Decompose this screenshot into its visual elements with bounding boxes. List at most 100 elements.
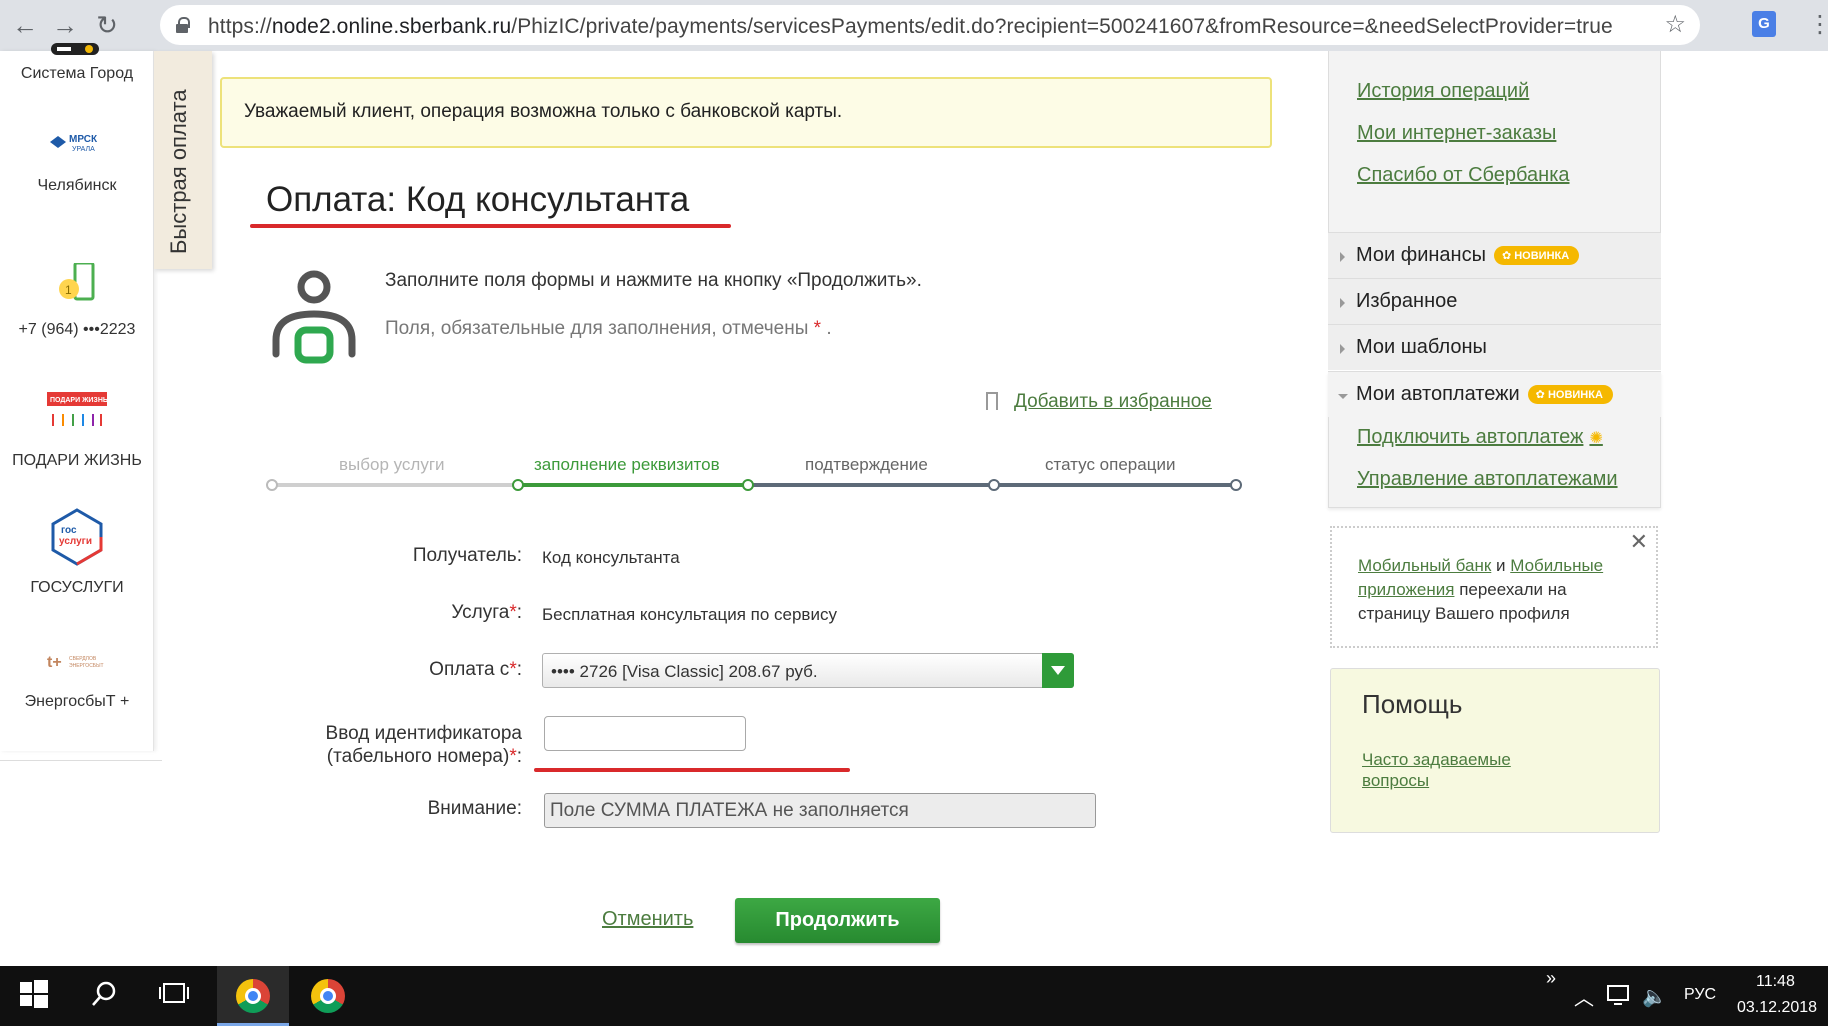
triangle-right-icon xyxy=(1340,344,1345,354)
card-select[interactable]: •••• 2726 [Visa Classic] 208.67 руб. xyxy=(542,653,1074,688)
windows-taskbar: » ︿ 🔈 РУС 11:48 03.12.2018 xyxy=(0,966,1828,1026)
link-internet-orders[interactable]: Мои интернет-заказы xyxy=(1357,122,1556,145)
podari-zhizn-logo: ПОДАРИ ЖИЗНЬ xyxy=(45,390,109,432)
svg-text:УРАЛА: УРАЛА xyxy=(72,146,95,153)
chevron-up-icon[interactable]: ︿ xyxy=(1574,982,1594,1011)
step-dot xyxy=(742,479,754,491)
menu-dots-icon[interactable]: ⋮ xyxy=(1808,10,1828,39)
service-label: Услуга*: xyxy=(451,602,522,623)
consultant-person-icon xyxy=(266,270,362,370)
gosuslugi-logo: гос услуги xyxy=(47,507,107,567)
step-select-service: выбор услуги xyxy=(339,455,445,474)
continue-button[interactable]: Продолжить xyxy=(735,898,940,943)
divider xyxy=(0,760,162,761)
triangle-right-icon xyxy=(1340,252,1345,262)
service-name: +7 (964) •••2223 xyxy=(18,321,136,338)
service-name: ГОСУСЛУГИ xyxy=(30,579,124,596)
search-icon[interactable] xyxy=(90,980,122,1012)
link-spasibo[interactable]: Спасибо от Сбербанка xyxy=(1357,164,1570,187)
chrome-icon[interactable] xyxy=(236,979,270,1013)
recipient-value: Код консультанта xyxy=(542,548,680,567)
windows-start-icon[interactable] xyxy=(20,980,52,1012)
bookmark-icon xyxy=(986,392,998,410)
svg-text:СВЕРДЛОВ: СВЕРДЛОВ xyxy=(69,656,97,662)
task-view-icon[interactable] xyxy=(158,980,190,1012)
network-icon[interactable] xyxy=(1606,984,1638,1016)
url-text: https://node2.online.sberbank.ru/PhizIC/… xyxy=(208,15,1613,38)
red-annotation-underline xyxy=(534,768,850,772)
quick-pay-tab[interactable]: Быстрая оплата xyxy=(154,51,212,269)
svg-text:гос: гос xyxy=(61,525,77,536)
service-energosbyt[interactable]: t+ СВЕРДЛОВ ЭНЕРГОСБЫТ ЭнергосбыТ + xyxy=(0,651,154,711)
menu-favorites[interactable]: Избранное xyxy=(1328,278,1661,324)
link-faq[interactable]: Часто задаваемые вопросы xyxy=(1362,749,1562,791)
service-gosuslugi[interactable]: гос услуги ГОСУСЛУГИ xyxy=(0,507,154,597)
step-line-active xyxy=(519,483,749,487)
help-box: Помощь Часто задаваемые вопросы xyxy=(1330,668,1660,833)
page-title: Оплата: Код консультанта xyxy=(266,180,690,219)
identifier-label: Ввод идентификатора (табельного номера)*… xyxy=(325,723,522,767)
recipient-label: Получатель: xyxy=(412,545,522,566)
link-manage-autopay[interactable]: Управление автоплатежами xyxy=(1357,468,1618,491)
card-only-notice: Уважаемый клиент, операция возможна толь… xyxy=(220,77,1272,148)
add-to-favorites[interactable]: Добавить в избранное xyxy=(986,389,1212,413)
volume-icon[interactable]: 🔈 xyxy=(1642,984,1667,1009)
service-sistema-gorod[interactable]: Система Город xyxy=(0,43,154,83)
reload-icon[interactable]: ↻ xyxy=(90,8,124,42)
svg-text:ПОДАРИ ЖИЗНЬ: ПОДАРИ ЖИЗНЬ xyxy=(50,397,108,404)
service-value: Бесплатная консультация по сервису xyxy=(542,605,837,624)
new-badge: НОВИНКА xyxy=(1527,385,1613,404)
forward-arrow-icon[interactable]: → xyxy=(48,8,82,42)
bookmark-star-icon[interactable]: ☆ xyxy=(1664,10,1686,39)
tray-overflow-icon[interactable]: » xyxy=(1546,968,1556,989)
triangle-right-icon xyxy=(1340,298,1345,308)
service-mrsk-chelyabinsk[interactable]: МРСК УРАЛА Челябинск xyxy=(0,127,154,195)
red-annotation-underline xyxy=(250,224,731,228)
identifier-input[interactable] xyxy=(544,716,746,751)
menu-my-finances[interactable]: Мои финансыНОВИНКА xyxy=(1328,232,1661,278)
service-podari-zhizn[interactable]: ПОДАРИ ЖИЗНЬ ПОДАРИ ЖИЗНЬ xyxy=(0,390,154,470)
attention-field: Поле СУММА ПЛАТЕЖА не заполняется xyxy=(544,793,1096,828)
step-dot xyxy=(1230,479,1242,491)
service-name: ПОДАРИ ЖИЗНЬ xyxy=(12,452,142,469)
svg-text:ЭНЕРГОСБЫТ: ЭНЕРГОСБЫТ xyxy=(69,663,104,669)
payment-steps: выбор услуги заполнение реквизитов подтв… xyxy=(266,450,1246,491)
service-mobile-phone[interactable]: 1 +7 (964) •••2223 xyxy=(0,263,154,339)
triangle-down-icon xyxy=(1338,394,1348,399)
step-dot xyxy=(988,479,1000,491)
pay-from-label: Оплата с*: xyxy=(429,659,522,680)
back-arrow-icon[interactable]: ← xyxy=(8,8,42,42)
step-dot xyxy=(512,479,524,491)
menu-templates[interactable]: Мои шаблоны xyxy=(1328,324,1661,370)
link-operations-history[interactable]: История операций xyxy=(1357,80,1529,103)
browser-toolbar: ← → ↻ https://node2.online.sberbank.ru/P… xyxy=(0,0,1828,51)
required-fields-note: Поля, обязательные для заполнения, отмеч… xyxy=(385,318,832,339)
lock-icon xyxy=(176,17,190,33)
energosbyt-logo: t+ СВЕРДЛОВ ЭНЕРГОСБЫТ xyxy=(45,651,109,673)
sun-icon: ✺ xyxy=(1589,430,1603,447)
chrome-icon[interactable] xyxy=(311,979,345,1013)
step-dot xyxy=(266,479,278,491)
form-instruction: Заполните поля формы и нажмите на кнопку… xyxy=(385,270,922,291)
step-fill-details: заполнение реквизитов xyxy=(534,455,720,474)
add-to-favorites-link[interactable]: Добавить в избранное xyxy=(1014,391,1212,412)
help-title: Помощь xyxy=(1362,689,1463,719)
menu-autopayments[interactable]: Мои автоплатежиНОВИНКА xyxy=(1328,371,1661,417)
service-name: Челябинск xyxy=(37,177,117,194)
language-indicator[interactable]: РУС xyxy=(1684,986,1716,1004)
cancel-link[interactable]: Отменить xyxy=(602,908,693,931)
service-name: ЭнергосбыТ + xyxy=(24,693,130,710)
service-name: Система Город xyxy=(20,65,134,82)
chevron-down-icon[interactable] xyxy=(1042,653,1074,688)
translate-extension-icon[interactable]: G xyxy=(1752,11,1776,37)
clock-date[interactable]: 03.12.2018 xyxy=(1737,999,1817,1017)
link-mobile-bank[interactable]: Мобильный банк xyxy=(1358,556,1491,575)
step-operation-status: статус операции xyxy=(1045,455,1176,474)
mrsk-logo: МРСК УРАЛА xyxy=(44,127,110,157)
address-bar[interactable]: https://node2.online.sberbank.ru/PhizIC/… xyxy=(160,5,1700,45)
new-badge: НОВИНКА xyxy=(1493,246,1580,265)
link-connect-autopay[interactable]: Подключить автоплатеж ✺ xyxy=(1357,426,1603,449)
clock-time[interactable]: 11:48 xyxy=(1756,973,1795,991)
close-icon[interactable]: ✕ xyxy=(1630,530,1648,554)
sistema-gorod-logo xyxy=(47,43,107,57)
